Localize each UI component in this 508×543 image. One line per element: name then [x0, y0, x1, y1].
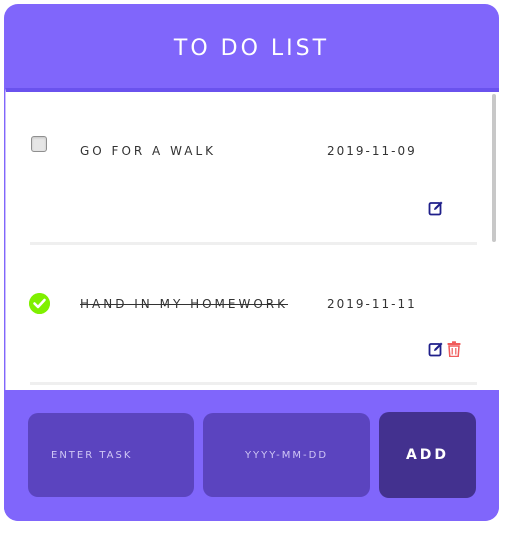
trash-icon[interactable]: [447, 341, 461, 357]
input-bar: ADD: [4, 390, 499, 521]
date-input[interactable]: [203, 413, 370, 497]
scrollbar[interactable]: [492, 94, 496, 242]
task-date: 2019-11-11: [327, 297, 417, 311]
list-item: GO FOR A WALK 2019-11-09: [6, 92, 477, 245]
edit-icon[interactable]: [428, 341, 444, 357]
list-item: HAND IN MY HOMEWORK 2019-11-11: [6, 242, 477, 392]
task-checkbox[interactable]: [31, 136, 47, 152]
page-title: TO DO LIST: [173, 35, 330, 61]
task-text: HAND IN MY HOMEWORK: [80, 297, 289, 311]
task-list[interactable]: GO FOR A WALK 2019-11-09 HAND IN MY HOME…: [5, 88, 499, 394]
task-text: GO FOR A WALK: [80, 144, 217, 158]
task-date: 2019-11-09: [327, 144, 417, 158]
check-circle-icon[interactable]: [29, 293, 50, 314]
edit-icon[interactable]: [428, 200, 444, 216]
task-input[interactable]: [28, 413, 194, 497]
divider: [30, 382, 477, 385]
header: TO DO LIST: [4, 4, 499, 88]
todo-app: TO DO LIST GO FOR A WALK 2019-11-09 HAND…: [4, 4, 499, 521]
add-button[interactable]: ADD: [379, 412, 476, 498]
